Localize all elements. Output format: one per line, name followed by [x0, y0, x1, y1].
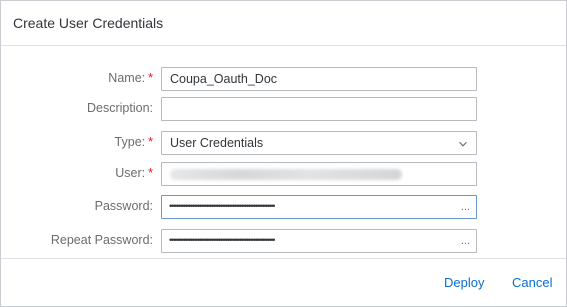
required-asterisk: *: [148, 135, 153, 149]
name-row: Name: * Coupa_Oauth_Doc: [1, 67, 566, 93]
required-asterisk: *: [148, 166, 153, 180]
repeat-password-input[interactable]: ••••••••••••••••••••••••••••••••••••••••…: [161, 229, 477, 253]
password-input[interactable]: ••••••••••••••••••••••••••••••••••••••••…: [161, 195, 477, 219]
password-mask: ••••••••••••••••••••••••••••••••••••••••…: [169, 201, 275, 211]
cancel-button[interactable]: Cancel: [512, 275, 552, 290]
name-input[interactable]: Coupa_Oauth_Doc: [161, 67, 477, 91]
type-label: Type: *: [114, 135, 153, 149]
password-overflow-ellipsis: ...: [460, 201, 470, 213]
password-label: Password:: [94, 199, 153, 213]
type-value: User Credentials: [170, 136, 264, 150]
user-input[interactable]: [161, 162, 477, 186]
user-label: User: *: [115, 166, 153, 180]
repeat-password-mask: ••••••••••••••••••••••••••••••••••••••••…: [169, 235, 275, 245]
type-select[interactable]: User Credentials: [161, 131, 477, 155]
redacted-user-value: [170, 169, 402, 180]
dialog-title: Create User Credentials: [13, 15, 164, 31]
name-label: Name: *: [108, 71, 153, 85]
repeat-password-row: Repeat Password: •••••••••••••••••••••••…: [1, 229, 566, 255]
deploy-button[interactable]: Deploy: [444, 275, 484, 290]
repeat-password-label: Repeat Password:: [50, 233, 153, 247]
required-asterisk: *: [148, 71, 153, 85]
description-input[interactable]: [161, 97, 477, 121]
name-value: Coupa_Oauth_Doc: [170, 72, 278, 86]
user-row: User: *: [1, 162, 566, 188]
type-row: Type: * User Credentials: [1, 131, 566, 157]
password-row: Password: ••••••••••••••••••••••••••••••…: [1, 195, 566, 221]
chevron-down-icon[interactable]: [459, 140, 467, 148]
repeat-password-overflow-ellipsis: ...: [460, 235, 470, 247]
description-row: Description:: [1, 97, 566, 123]
dialog-footer: Deploy Cancel: [1, 258, 566, 306]
description-label: Description:: [87, 101, 153, 115]
dialog-header: Create User Credentials: [1, 1, 566, 46]
create-user-credentials-dialog: Create User Credentials Name: * Coupa_Oau…: [0, 0, 567, 307]
